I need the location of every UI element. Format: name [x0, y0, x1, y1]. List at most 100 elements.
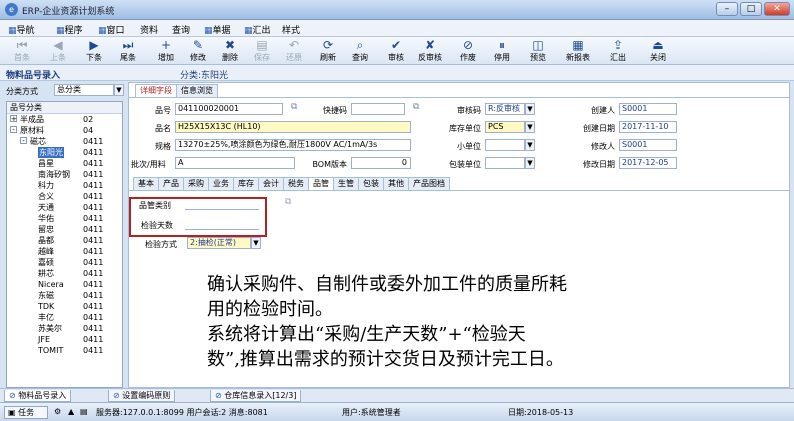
export-button[interactable]: ⇪ 汇出 — [600, 38, 636, 64]
kuaijie-field[interactable] — [351, 103, 405, 115]
collapse-icon[interactable]: - — [20, 137, 27, 145]
first-button[interactable]: ⏮ 首条 — [4, 38, 40, 64]
menu-item[interactable]: 样式 — [282, 23, 300, 36]
lock-icon[interactable]: ▲ — [68, 407, 74, 416]
tree-item[interactable]: 昌星 0411 — [7, 158, 122, 169]
category-tree[interactable]: 品号分类 + 半成品 02- 原材料 04- 磁芯 0411 东阳光 0411 昌星 0411 南海矽… — [6, 101, 123, 388]
link-icon[interactable]: ⧉ — [413, 102, 419, 112]
link-icon[interactable]: ⧉ — [291, 102, 297, 112]
chevron-down-icon[interactable]: ▼ — [525, 121, 535, 133]
tree-item-code: 0411 — [83, 159, 104, 168]
close-icon[interactable]: ✕ — [764, 2, 790, 16]
subtab[interactable]: 品管 — [308, 177, 334, 190]
subtab[interactable]: 库存 — [233, 177, 259, 190]
menu-item[interactable]: 查询 — [172, 23, 190, 36]
query-button[interactable]: ⌕ 查询 — [342, 38, 378, 64]
edit-button[interactable]: ✎ 修改 — [180, 38, 216, 64]
delete-button[interactable]: ✖ 删除 — [212, 38, 248, 64]
chevron-down-icon[interactable]: ▼ — [114, 84, 124, 96]
tree-item[interactable]: 嘉硕 0411 — [7, 257, 122, 268]
chevron-down-icon[interactable]: ▼ — [251, 237, 261, 249]
void-button[interactable]: ⊘ 作废 — [450, 38, 486, 64]
subtab[interactable]: 业务 — [208, 177, 234, 190]
pici-field[interactable]: A — [175, 157, 295, 169]
collapse-icon[interactable]: - — [10, 126, 17, 134]
expand-icon[interactable]: + — [10, 115, 17, 123]
audit-button[interactable]: ✔ 审核 — [378, 38, 414, 64]
subtab[interactable]: 其他 — [383, 177, 409, 190]
undo-button[interactable]: ↶ 还原 — [276, 38, 312, 64]
disable-button[interactable]: ⏸ 停用 — [484, 38, 520, 64]
unaudit-button[interactable]: ✘ 反审核 — [412, 38, 448, 64]
tree-item[interactable]: 东阳光 0411 — [7, 147, 122, 158]
tree-item[interactable]: 耕芯 0411 — [7, 268, 122, 279]
tree-item[interactable]: Nicera 0411 — [7, 279, 122, 290]
tree-item[interactable]: TOMIT 0411 — [7, 345, 122, 356]
pinming-field[interactable]: H25X15X13C (HL10) — [175, 121, 411, 133]
tree-item[interactable]: - 磁芯 0411 — [7, 136, 122, 147]
tree-item[interactable]: TDK 0411 — [7, 301, 122, 312]
pinhao-field[interactable]: 041100020001 — [175, 103, 283, 115]
chevron-down-icon[interactable]: ▼ — [525, 103, 535, 115]
task-button[interactable]: ▣ 任务 — [4, 406, 48, 419]
document-tab[interactable]: ⊘ 设置编码原则 — [108, 390, 176, 402]
tree-item[interactable]: 丰亿 0411 — [7, 312, 122, 323]
guige-field[interactable]: 13270±25%,喷涂颜色为绿色,耐压1800V AC/1mA/3s — [175, 139, 411, 151]
menu-item[interactable]: ▦单据 — [204, 23, 231, 36]
subtab[interactable]: 基本 — [133, 177, 159, 190]
xiaodan-field[interactable] — [485, 139, 525, 151]
tree-item[interactable]: 留忠 0411 — [7, 224, 122, 235]
document-tab[interactable]: ⊘ 仓库信息录入[12/3] — [210, 390, 302, 402]
chevron-down-icon[interactable]: ▼ — [525, 157, 535, 169]
kucun-field[interactable]: PCS — [485, 121, 525, 133]
tree-item[interactable]: 南海矽钢 0411 — [7, 169, 122, 180]
subtab[interactable]: 生管 — [333, 177, 359, 190]
tree-item[interactable]: 越峰 0411 — [7, 246, 122, 257]
shenhe-field[interactable]: R:反审核 — [485, 103, 525, 115]
tree-item[interactable]: JFE 0411 — [7, 334, 122, 345]
tree-item[interactable]: 晶都 0411 — [7, 235, 122, 246]
link-icon[interactable]: ⧉ — [285, 197, 291, 207]
tree-item[interactable]: 华佑 0411 — [7, 213, 122, 224]
tree-item[interactable]: + 半成品 02 — [7, 114, 122, 125]
tree-item[interactable]: 合义 0411 — [7, 191, 122, 202]
maximize-icon[interactable]: □ — [740, 2, 762, 16]
menu-item[interactable]: ▦汇出 — [244, 23, 271, 36]
tree-item[interactable]: 苏美尔 0411 — [7, 323, 122, 334]
tree-item[interactable]: 东磁 0411 — [7, 290, 122, 301]
menu-item[interactable]: ▦程序 — [56, 23, 83, 36]
add-button[interactable]: + 增加 — [148, 38, 184, 64]
tree-item[interactable]: 天通 0411 — [7, 202, 122, 213]
tab-browse[interactable]: 信息浏览 — [176, 84, 218, 97]
tree-item[interactable]: 科力 0411 — [7, 180, 122, 191]
menu-item[interactable]: 资料 — [140, 23, 158, 36]
subtab[interactable]: 包装 — [358, 177, 384, 190]
settings-icon[interactable]: ⚙ — [54, 407, 61, 416]
menu-label: 汇出 — [252, 26, 271, 36]
subtab[interactable]: 采购 — [183, 177, 209, 190]
menu-item[interactable]: ▦导航 — [8, 23, 35, 36]
next-button[interactable]: ▶ 下条 — [76, 38, 112, 64]
report-button[interactable]: ▦ 新报表 — [560, 38, 596, 64]
minimize-icon[interactable]: – — [716, 2, 738, 16]
prev-button[interactable]: ◀ 上条 — [40, 38, 76, 64]
classify-select[interactable]: 总分类 — [54, 84, 114, 96]
chevron-down-icon[interactable]: ▼ — [525, 139, 535, 151]
bom-field[interactable]: 0 — [351, 157, 411, 169]
tab-detail[interactable]: 详细字段 — [135, 84, 177, 97]
subtab[interactable]: 产品图档 — [408, 177, 450, 190]
close-button[interactable]: ⏏ 关闭 — [640, 38, 676, 64]
document-tab[interactable]: ⊘ 物料品号录入 — [4, 390, 72, 402]
server-icon: ▤ — [80, 407, 88, 416]
subtab[interactable]: 会计 — [258, 177, 284, 190]
preview-button[interactable]: ◫ 预览 — [520, 38, 556, 64]
baozhuang-field[interactable] — [485, 157, 525, 169]
subtab[interactable]: 产品 — [158, 177, 184, 190]
save-button[interactable]: ▤ 保存 — [244, 38, 280, 64]
menu-item[interactable]: ▦窗口 — [98, 23, 125, 36]
refresh-button[interactable]: ⟳ 刷新 — [310, 38, 346, 64]
subtab[interactable]: 税务 — [283, 177, 309, 190]
last-button[interactable]: ⏭ 尾条 — [110, 38, 146, 64]
tree-item[interactable]: - 原材料 04 — [7, 125, 122, 136]
inspect-method-select[interactable]: 2:抽检(正常) — [187, 237, 251, 249]
